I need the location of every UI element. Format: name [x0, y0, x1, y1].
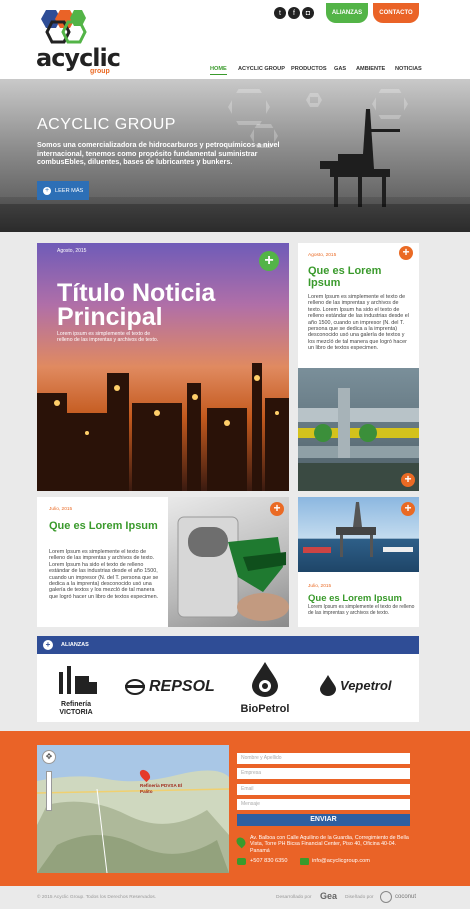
map-zoom-control[interactable]	[46, 771, 52, 811]
map-pan-control-icon[interactable]: ✥	[42, 750, 56, 764]
refinery-image	[37, 363, 289, 491]
repsol-text: REPSOL	[149, 678, 215, 695]
plus-icon[interactable]: +	[399, 246, 413, 260]
oil-platform-image	[320, 109, 400, 207]
news-text: Lorem Ipsum es simplemente el texto de r…	[308, 294, 409, 352]
plus-icon[interactable]: +	[401, 502, 415, 516]
biopetrol-logo[interactable]: BioPetrol	[235, 660, 295, 715]
instagram-icon[interactable]: ◘	[302, 7, 314, 19]
fuel-nozzle-image: +	[168, 497, 289, 627]
news-date: Julio, 2015	[308, 584, 332, 589]
message-field[interactable]: Mensaje	[237, 799, 410, 810]
nav-ambiente[interactable]: AMBIENTE	[356, 66, 385, 72]
phone-icon	[237, 858, 246, 865]
nav-active-underline	[210, 74, 227, 75]
refinery-icon	[59, 666, 97, 694]
nav-home[interactable]: HOME	[210, 66, 227, 72]
map-marker-label: Refinería PDVSA El Palito	[140, 783, 183, 794]
map-terrain	[37, 745, 229, 873]
news-card-right-1[interactable]: Agosto, 2015 Que es Lorem Ipsum Lorem Ip…	[298, 243, 419, 368]
contact-email[interactable]: info@acyclicgroup.com	[312, 858, 370, 864]
plus-icon[interactable]: +	[43, 640, 53, 650]
hero-title: ACYCLIC GROUP	[37, 116, 176, 133]
alliances-label: ALIANZAS	[61, 642, 89, 648]
news-card-left-2[interactable]: Julio, 2015 Que es Lorem Ipsum Lorem Ips…	[37, 497, 168, 627]
site-footer: © 2015 Acyclic Group. Todos los Derechos…	[0, 886, 470, 909]
nav-noticias[interactable]: NOTICIAS	[395, 66, 422, 72]
email-icon	[300, 858, 309, 865]
news-card-right-2[interactable]: Julio, 2015 Que es Lorem Ipsum Lorem Ips…	[298, 572, 419, 627]
map[interactable]: ✥ Refinería PDVSA El Palito	[37, 745, 229, 873]
refineria-victoria-logo[interactable]: Refinería VICTORIA	[51, 662, 101, 717]
oil-drop-icon	[252, 662, 278, 697]
news-date: Agosto, 2015	[308, 253, 337, 258]
designed-by-label: Diseñado por	[345, 895, 374, 900]
nav-acyclic-group[interactable]: ACYCLIC GROUP	[238, 66, 285, 72]
nav-productos[interactable]: PRODUCTOS	[291, 66, 327, 72]
leer-mas-button[interactable]: + LEER MÁS	[37, 181, 89, 200]
biopetrol-text: BioPetrol	[240, 703, 290, 715]
alianzas-button[interactable]: ALIANZAS	[326, 3, 368, 23]
coconut-logo[interactable]: coconut	[395, 894, 416, 900]
alliances-logos: Refinería VICTORIA REPSOL BioPetrol Vepe…	[37, 654, 419, 722]
main-news-date: Agosto, 2015	[57, 248, 87, 254]
pipeline-image: +	[298, 368, 419, 491]
main-news-card[interactable]: Agosto, 2015 Título Noticia Principal Lo…	[37, 243, 289, 491]
gea-logo[interactable]: Gea	[320, 891, 337, 901]
plus-icon[interactable]: +	[270, 502, 284, 516]
main-news-title: Título Noticia Principal	[57, 279, 216, 331]
news-date: Julio, 2015	[49, 507, 73, 512]
news-title: Que es Lorem Ipsum	[49, 520, 158, 532]
repsol-logo[interactable]: REPSOL	[125, 678, 215, 696]
drop-icon	[320, 675, 336, 696]
site-header: acyclic group t f ◘ ALIANZAS CONTACTO HO…	[0, 0, 470, 79]
news-title: Que es Lorem Ipsum	[308, 265, 382, 289]
vepetrol-text: Vepetrol	[340, 677, 392, 693]
repsol-icon	[125, 679, 145, 695]
enviar-button[interactable]: ENVIAR	[237, 814, 410, 826]
hex-decoration	[228, 89, 270, 125]
name-field[interactable]: Nombre y Apellido	[237, 753, 410, 764]
contact-address: Av. Balboa con Calle Aquilino de la Guar…	[250, 835, 409, 854]
coconut-logo-icon	[380, 891, 392, 903]
hero-description: Somos una comercializadora de hidrocarbu…	[37, 140, 280, 166]
copyright: © 2015 Acyclic Group. Todos los Derechos…	[37, 895, 157, 900]
company-field[interactable]: Empresa	[237, 768, 410, 779]
nav-gas[interactable]: GAS	[334, 66, 346, 72]
vepetrol-logo[interactable]: Vepetrol	[319, 674, 392, 696]
main-news-text: Lorem ipsum es simplemente el texto de r…	[57, 331, 159, 343]
plus-icon[interactable]: +	[259, 251, 279, 271]
acyclic-logo-icon[interactable]	[38, 8, 88, 44]
refineria-victoria-text: Refinería VICTORIA	[59, 701, 93, 716]
brand-sub: group	[90, 68, 110, 75]
twitter-icon[interactable]: t	[274, 7, 286, 19]
location-icon	[234, 835, 248, 849]
email-field[interactable]: Email	[237, 784, 410, 795]
offshore-rig-image: +	[298, 497, 419, 572]
facebook-icon[interactable]: f	[288, 7, 300, 19]
contacto-button[interactable]: CONTACTO	[373, 3, 419, 23]
plus-icon: +	[43, 186, 51, 195]
news-text: Lorem Ipsum es simplemente el texto de r…	[308, 604, 415, 616]
contact-phone: +507 830 6350	[250, 858, 288, 864]
contact-section: ✥ Refinería PDVSA El Palito Nombre y Ape…	[0, 731, 470, 886]
leer-mas-label: LEER MÁS	[55, 187, 84, 194]
alliances-bar: + ALIANZAS	[37, 636, 419, 654]
developed-by-label: Desarrollado por	[276, 895, 312, 900]
news-text: Lorem Ipsum es simplemente el texto de r…	[49, 549, 159, 600]
plus-icon[interactable]: +	[401, 473, 415, 487]
